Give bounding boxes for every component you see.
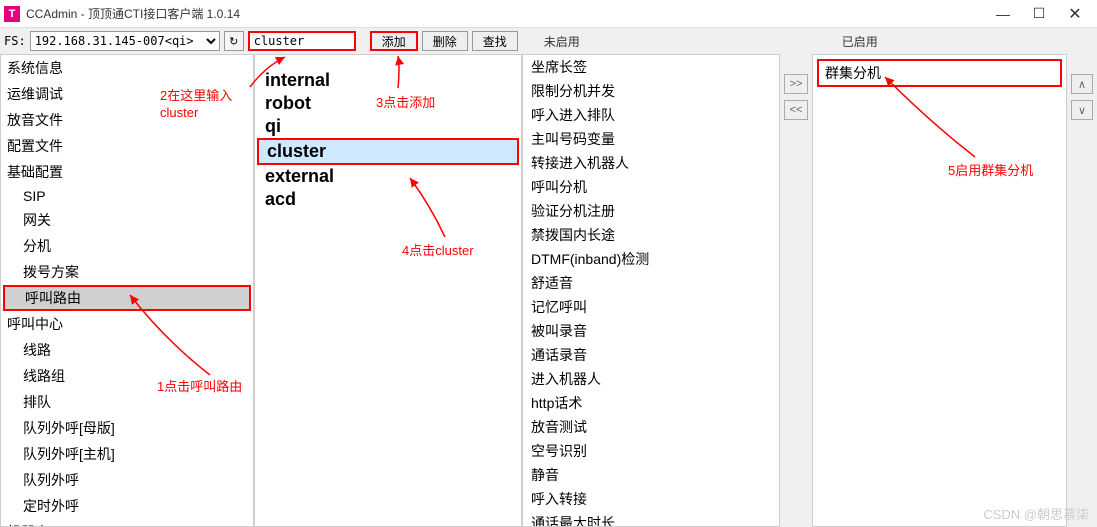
not-enabled-list[interactable]: 坐席长签限制分机并发呼入进入排队主叫号码变量转接进入机器人呼叫分机验证分机注册禁… [522, 54, 780, 527]
list-item[interactable]: 限制分机并发 [523, 79, 779, 103]
list-item[interactable]: 进入机器人 [523, 367, 779, 391]
list-item[interactable]: 空号识别 [523, 439, 779, 463]
tree-item[interactable]: 拨号方案 [1, 259, 253, 285]
move-down-button[interactable]: ∨ [1071, 100, 1093, 120]
list-item[interactable]: 转接进入机器人 [523, 151, 779, 175]
tree-item[interactable]: 定时外呼 [1, 493, 253, 519]
tree-item[interactable]: 队列外呼 [1, 467, 253, 493]
route-item[interactable]: internal [255, 69, 521, 92]
tree-item[interactable]: SIP [1, 185, 253, 207]
name-input[interactable] [248, 31, 356, 51]
delete-button[interactable]: 删除 [422, 31, 468, 51]
move-left-button[interactable]: << [784, 100, 808, 120]
list-item[interactable]: 呼入进入排队 [523, 103, 779, 127]
search-button[interactable]: 查找 [472, 31, 518, 51]
list-item[interactable]: 静音 [523, 463, 779, 487]
toolbar: FS: 192.168.31.145-007<qi> ↻ 添加 删除 查找 未启… [0, 28, 1097, 54]
reorder-buttons: ∧ ∨ [1067, 54, 1097, 527]
tree-item[interactable]: 基础配置 [1, 159, 253, 185]
route-item[interactable]: robot [255, 92, 521, 115]
window-titlebar: T CCAdmin - 顶顶通CTI接口客户端 1.0.14 — ☐ ✕ [0, 0, 1097, 28]
move-up-button[interactable]: ∧ [1071, 74, 1093, 94]
enabled-item[interactable]: 群集分机 [817, 59, 1062, 87]
list-item[interactable]: 主叫号码变量 [523, 127, 779, 151]
enabled-header: 已启用 [838, 33, 878, 50]
route-item[interactable]: qi [255, 115, 521, 138]
tree-item[interactable]: 系统信息 [1, 55, 253, 81]
list-item[interactable]: 呼叫分机 [523, 175, 779, 199]
tree-item[interactable]: 线路组 [1, 363, 253, 389]
fs-server-combo[interactable]: 192.168.31.145-007<qi> [30, 31, 220, 51]
tree-item[interactable]: 运维调试 [1, 81, 253, 107]
route-item[interactable]: external [255, 165, 521, 188]
list-item[interactable]: DTMF(inband)检测 [523, 247, 779, 271]
tree-item[interactable]: 呼叫路由 [3, 285, 251, 311]
not-enabled-header: 未启用 [540, 33, 580, 50]
main-area: 系统信息运维调试放音文件配置文件基础配置SIP网关分机拨号方案呼叫路由呼叫中心线… [0, 54, 1097, 527]
tree-item[interactable]: 排队 [1, 389, 253, 415]
tree-item[interactable]: 线路 [1, 337, 253, 363]
list-item[interactable]: 呼入转接 [523, 487, 779, 511]
tree-item[interactable]: 分机 [1, 233, 253, 259]
list-item[interactable]: 放音测试 [523, 415, 779, 439]
route-list[interactable]: internalrobotqiclusterexternalacd [254, 54, 522, 527]
fs-label: FS: [4, 34, 26, 48]
list-item[interactable]: 记忆呼叫 [523, 295, 779, 319]
list-item[interactable]: 坐席长签 [523, 55, 779, 79]
move-buttons: >> << [780, 54, 812, 527]
tree-item[interactable]: 队列外呼[主机] [1, 441, 253, 467]
list-item[interactable]: 被叫录音 [523, 319, 779, 343]
tree-item[interactable]: 机器人 [1, 519, 253, 527]
route-item[interactable]: cluster [257, 138, 519, 165]
list-item[interactable]: 验证分机注册 [523, 199, 779, 223]
close-button[interactable]: ✕ [1057, 2, 1093, 26]
tree-item[interactable]: 网关 [1, 207, 253, 233]
refresh-button[interactable]: ↻ [224, 31, 244, 51]
move-right-button[interactable]: >> [784, 74, 808, 94]
tree-item[interactable]: 放音文件 [1, 107, 253, 133]
list-item[interactable]: http话术 [523, 391, 779, 415]
tree-item[interactable]: 呼叫中心 [1, 311, 253, 337]
app-icon: T [4, 6, 20, 22]
maximize-button[interactable]: ☐ [1021, 2, 1057, 26]
window-title: CCAdmin - 顶顶通CTI接口客户端 1.0.14 [26, 5, 985, 22]
minimize-button[interactable]: — [985, 2, 1021, 26]
enabled-list[interactable]: 群集分机 [812, 54, 1067, 527]
nav-tree[interactable]: 系统信息运维调试放音文件配置文件基础配置SIP网关分机拨号方案呼叫路由呼叫中心线… [0, 54, 254, 527]
list-item[interactable]: 禁拨国内长途 [523, 223, 779, 247]
list-item[interactable]: 通话录音 [523, 343, 779, 367]
list-item[interactable]: 通话最大时长 [523, 511, 779, 526]
tree-item[interactable]: 配置文件 [1, 133, 253, 159]
route-item[interactable]: acd [255, 188, 521, 211]
watermark: CSDN @朝思慕柒 [983, 504, 1089, 523]
tree-item[interactable]: 队列外呼[母版] [1, 415, 253, 441]
add-button[interactable]: 添加 [370, 31, 418, 51]
list-item[interactable]: 舒适音 [523, 271, 779, 295]
